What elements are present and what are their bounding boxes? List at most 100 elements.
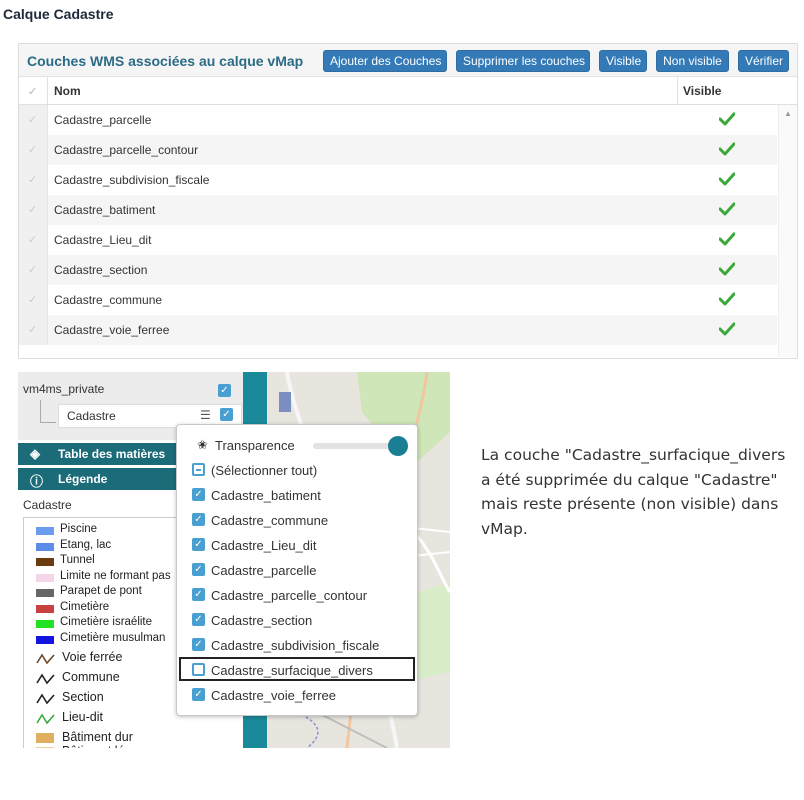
table-row[interactable]: ✓ Cadastre_parcelle — [19, 105, 777, 135]
legend-item: Parapet de pont — [60, 585, 142, 597]
layer-rows: ✓ Cadastre_parcelle ✓ Cadastre_parcelle_con… — [19, 105, 777, 345]
row-name: Cadastre_section — [54, 263, 148, 277]
legend-line-icon — [36, 652, 55, 665]
visible-button[interactable]: Visible — [599, 50, 647, 72]
legend-item: Bâtiment léger — [62, 744, 143, 748]
row-name: Cadastre_voie_ferree — [54, 323, 170, 337]
tree-line — [40, 400, 41, 422]
wms-layers-panel: Couches WMS associées au calque vMap Ajo… — [18, 43, 798, 359]
menu-label: Table des matières — [58, 447, 166, 461]
check-icon: ✓ — [28, 264, 38, 276]
visible-check-icon — [718, 112, 736, 129]
legend-swatch — [36, 573, 54, 582]
row-checkbox[interactable]: ✓ — [19, 195, 48, 225]
layer-visible-checkbox[interactable]: ✓ — [220, 408, 233, 421]
table-row[interactable]: ✓ Cadastre_commune — [19, 285, 777, 315]
table-row[interactable]: ✓ Cadastre_section — [19, 255, 777, 285]
layer-option-label[interactable]: Cadastre_subdivision_fiscale — [211, 638, 379, 653]
remove-layers-button[interactable]: Supprimer les couches — [456, 50, 590, 72]
table-row[interactable]: ✓ Cadastre_Lieu_dit — [19, 225, 777, 255]
row-name: Cadastre_batiment — [54, 203, 156, 217]
legend-swatch — [36, 542, 54, 551]
legend-item: Section — [62, 690, 104, 704]
row-checkbox[interactable]: ✓ — [19, 315, 48, 345]
table-row[interactable]: ✓ Cadastre_batiment — [19, 195, 777, 225]
tree-line — [40, 422, 56, 423]
legend-swatch — [36, 604, 54, 613]
layer-option-label[interactable]: Cadastre_parcelle_contour — [211, 588, 367, 603]
transparency-slider[interactable] — [313, 443, 398, 449]
legend-swatch — [36, 558, 54, 566]
legend-swatch — [36, 620, 54, 628]
check-icon: ✓ — [28, 234, 38, 246]
row-name: Cadastre_subdivision_fiscale — [54, 173, 210, 187]
row-checkbox[interactable]: ✓ — [19, 285, 48, 315]
highlight-box — [179, 657, 415, 681]
row-checkbox[interactable]: ✓ — [19, 165, 48, 195]
visible-check-icon — [718, 172, 736, 189]
legend-item: Cimetière — [60, 600, 110, 613]
verify-button[interactable]: Vérifier — [738, 50, 789, 72]
legend-item: Limite ne formant pas — [60, 569, 171, 582]
layer-option-label[interactable]: Cadastre_voie_ferree — [211, 688, 336, 703]
transparency-icon: ✬ — [197, 437, 208, 452]
layer-filter-popup: ✬ Transparence (Sélectionner tout) ✓ Cada… — [176, 424, 418, 716]
layer-option-label[interactable]: Cadastre_commune — [211, 513, 328, 528]
layer-group-label: vm4ms_private — [23, 382, 105, 396]
row-checkbox[interactable]: ✓ — [19, 225, 48, 255]
layer-checkbox[interactable]: ✓ — [192, 513, 205, 526]
table-row[interactable]: ✓ Cadastre_subdivision_fiscale — [19, 165, 777, 195]
visible-check-icon — [718, 322, 736, 339]
row-name: Cadastre_parcelle_contour — [54, 143, 199, 157]
legend-swatch — [36, 747, 54, 748]
info-icon: ⓘ — [30, 474, 44, 489]
column-divider — [677, 77, 678, 104]
layer-option-label[interactable]: Cadastre_batiment — [211, 488, 321, 503]
layer-checkbox[interactable]: ✓ — [192, 588, 205, 601]
row-checkbox[interactable]: ✓ — [19, 105, 48, 135]
legend-swatch — [36, 733, 54, 743]
table-row[interactable]: ✓ Cadastre_voie_ferree — [19, 315, 777, 345]
layer-option-label[interactable]: Cadastre_section — [211, 613, 312, 628]
layer-option-label[interactable]: Cadastre_Lieu_dit — [211, 538, 317, 553]
scroll-up-icon[interactable]: ▲ — [784, 109, 792, 118]
layer-option-label[interactable]: Cadastre_parcelle — [211, 563, 317, 578]
layer-checkbox[interactable]: ✓ — [192, 638, 205, 651]
annotation-text: La couche "Cadastre_surfacique_divers a … — [481, 446, 786, 538]
check-icon: ✓ — [28, 174, 38, 186]
layer-checkbox[interactable]: ✓ — [192, 488, 205, 501]
check-icon: ✓ — [28, 204, 38, 216]
check-icon: ✓ — [28, 114, 38, 126]
row-checkbox[interactable]: ✓ — [19, 255, 48, 285]
visible-check-icon — [718, 232, 736, 249]
panel-header: Couches WMS associées au calque vMap Ajo… — [19, 44, 797, 77]
layer-checkbox[interactable]: ✓ — [192, 613, 205, 626]
list-icon[interactable]: ☰ — [200, 408, 211, 422]
column-header-visible[interactable]: Visible — [683, 84, 721, 98]
not-visible-button[interactable]: Non visible — [656, 50, 729, 72]
column-header-name[interactable]: Nom — [54, 84, 81, 98]
check-icon: ✓ — [28, 294, 38, 306]
row-checkbox[interactable]: ✓ — [19, 135, 48, 165]
visible-check-icon — [718, 142, 736, 159]
visible-check-icon — [718, 292, 736, 309]
select-all-checkbox[interactable]: ✓ — [19, 77, 48, 104]
legend-item: Etang, lac — [60, 538, 112, 551]
table-row[interactable]: ✓ Cadastre_parcelle_contour — [19, 135, 777, 165]
layers-icon: ◈ — [30, 446, 40, 461]
menu-label: Légende — [58, 472, 108, 486]
legend-item: Commune — [62, 670, 120, 684]
transparency-label: Transparence — [215, 438, 295, 453]
vertical-scrollbar[interactable]: ▲ — [778, 105, 797, 357]
layer-checkbox[interactable]: ✓ — [192, 563, 205, 576]
group-visible-checkbox[interactable]: ✓ — [218, 384, 231, 397]
legend-item: Cimetière israélite — [60, 616, 153, 628]
layer-checkbox[interactable]: ✓ — [192, 688, 205, 701]
select-all-checkbox[interactable] — [192, 463, 205, 476]
select-all-label[interactable]: (Sélectionner tout) — [211, 463, 317, 478]
legend-item: Piscine — [60, 523, 98, 535]
layer-checkbox[interactable]: ✓ — [192, 538, 205, 551]
legend-item: Lieu-dit — [62, 710, 103, 724]
transparency-slider-handle[interactable] — [388, 436, 408, 456]
add-layers-button[interactable]: Ajouter des Couches — [323, 50, 447, 72]
